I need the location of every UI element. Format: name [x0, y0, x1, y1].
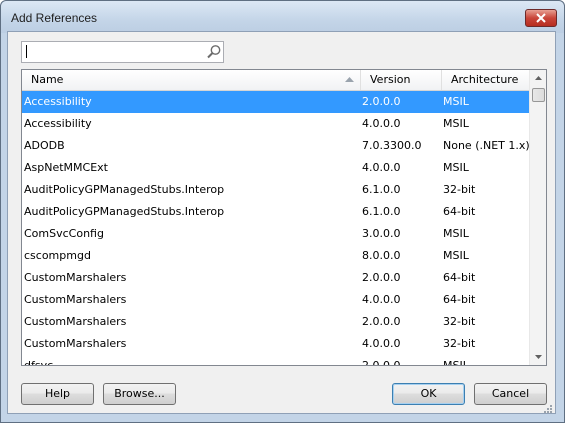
table-row[interactable]: CustomMarshalers 4.0.0.0 64-bit	[22, 289, 529, 311]
browse-button[interactable]: Browse...	[103, 383, 176, 405]
reference-architecture-cell: MSIL	[443, 161, 469, 174]
reference-name-cell: Accessibility	[24, 117, 92, 130]
reference-name-cell: CustomMarshalers	[24, 271, 127, 284]
reference-name-cell: AuditPolicyGPManagedStubs.Interop	[24, 183, 225, 196]
reference-name-cell: dfsvc	[24, 359, 54, 366]
table-row[interactable]: CustomMarshalers 2.0.0.0 64-bit	[22, 267, 529, 289]
table-row[interactable]: Accessibility 2.0.0.0 MSIL	[22, 91, 529, 113]
table-row[interactable]: AspNetMMCExt 4.0.0.0 MSIL	[22, 157, 529, 179]
reference-architecture-cell: 32-bit	[443, 183, 476, 196]
reference-version-cell: 2.0.0.0	[362, 271, 401, 284]
scrollbar-thumb[interactable]	[532, 88, 545, 102]
list-header: Name Version Architecture	[22, 70, 529, 91]
reference-name-cell: Accessibility	[24, 95, 92, 108]
scroll-up-arrow-icon[interactable]	[530, 70, 547, 87]
help-button[interactable]: Help	[21, 383, 94, 405]
reference-version-cell: 4.0.0.0	[362, 293, 401, 306]
column-header-name[interactable]: Name	[22, 70, 361, 90]
table-row[interactable]: ComSvcConfig 3.0.0.0 MSIL	[22, 223, 529, 245]
reference-version-cell: 3.0.0.0	[362, 227, 401, 240]
search-input[interactable]	[23, 43, 203, 61]
table-row[interactable]: CustomMarshalers 4.0.0.0 32-bit	[22, 333, 529, 355]
reference-architecture-cell: MSIL	[443, 249, 469, 262]
resize-grip-icon[interactable]	[541, 404, 553, 416]
table-row[interactable]: CustomMarshalers 2.0.0.0 32-bit	[22, 311, 529, 333]
reference-version-cell: 7.0.3300.0	[362, 139, 422, 152]
column-header-label: Architecture	[451, 73, 519, 86]
search-box[interactable]	[21, 41, 224, 63]
reference-version-cell: 2.0.0.0	[362, 315, 401, 328]
text-caret	[26, 45, 27, 58]
column-header-label: Version	[370, 73, 411, 86]
table-row[interactable]: ADODB 7.0.3300.0 None (.NET 1.x)	[22, 135, 530, 157]
close-button[interactable]	[525, 9, 557, 27]
reference-architecture-cell: None (.NET 1.x)	[443, 139, 530, 152]
window-title: Add References	[11, 11, 98, 25]
reference-version-cell: 6.1.0.0	[362, 183, 401, 196]
search-icon[interactable]	[206, 44, 222, 60]
references-list[interactable]: Name Version Architecture Accessibility 2…	[21, 69, 547, 366]
table-row[interactable]: AuditPolicyGPManagedStubs.Interop 6.1.0.0…	[22, 201, 529, 223]
reference-name-cell: ADODB	[24, 139, 65, 152]
reference-version-cell: 2.0.0.0	[362, 359, 401, 366]
reference-architecture-cell: 32-bit	[443, 315, 476, 328]
reference-version-cell: 4.0.0.0	[362, 337, 401, 350]
reference-architecture-cell: MSIL	[443, 95, 469, 108]
column-header-version[interactable]: Version	[361, 70, 442, 90]
reference-version-cell: 4.0.0.0	[362, 161, 401, 174]
dialog-content: Name Version Architecture Accessibility 2…	[7, 31, 556, 414]
vertical-scrollbar[interactable]	[529, 70, 546, 365]
reference-architecture-cell: 32-bit	[443, 337, 476, 350]
close-icon	[536, 13, 546, 23]
reference-version-cell: 6.1.0.0	[362, 205, 401, 218]
reference-name-cell: ComSvcConfig	[24, 227, 104, 240]
reference-architecture-cell: MSIL	[443, 359, 469, 366]
reference-architecture-cell: MSIL	[443, 117, 469, 130]
ok-button[interactable]: OK	[392, 383, 465, 405]
table-row[interactable]: dfsvc 2.0.0.0 MSIL	[22, 355, 529, 366]
column-header-label: Name	[31, 73, 64, 86]
reference-version-cell: 4.0.0.0	[362, 117, 401, 130]
reference-name-cell: CustomMarshalers	[24, 315, 127, 328]
reference-architecture-cell: 64-bit	[443, 293, 476, 306]
reference-architecture-cell: MSIL	[443, 227, 469, 240]
reference-name-cell: CustomMarshalers	[24, 293, 127, 306]
sort-ascending-icon	[345, 77, 354, 82]
reference-architecture-cell: 64-bit	[443, 271, 476, 284]
list-rows: Accessibility 2.0.0.0 MSIL Accessibility 4.0…	[22, 91, 530, 366]
table-row[interactable]: cscompmgd 8.0.0.0 MSIL	[22, 245, 529, 267]
scroll-down-arrow-icon[interactable]	[530, 348, 547, 365]
reference-architecture-cell: 64-bit	[443, 205, 476, 218]
table-row[interactable]: AuditPolicyGPManagedStubs.Interop 6.1.0.0…	[22, 179, 529, 201]
reference-name-cell: cscompmgd	[24, 249, 91, 262]
title-bar[interactable]: Add References	[1, 1, 564, 33]
table-row[interactable]: Accessibility 4.0.0.0 MSIL	[22, 113, 529, 135]
column-header-architecture[interactable]: Architecture	[442, 70, 529, 90]
cancel-button[interactable]: Cancel	[474, 383, 547, 405]
reference-version-cell: 8.0.0.0	[362, 249, 401, 262]
reference-version-cell: 2.0.0.0	[362, 95, 401, 108]
reference-name-cell: AspNetMMCExt	[24, 161, 108, 174]
reference-name-cell: CustomMarshalers	[24, 337, 127, 350]
reference-name-cell: AuditPolicyGPManagedStubs.Interop	[24, 205, 225, 218]
